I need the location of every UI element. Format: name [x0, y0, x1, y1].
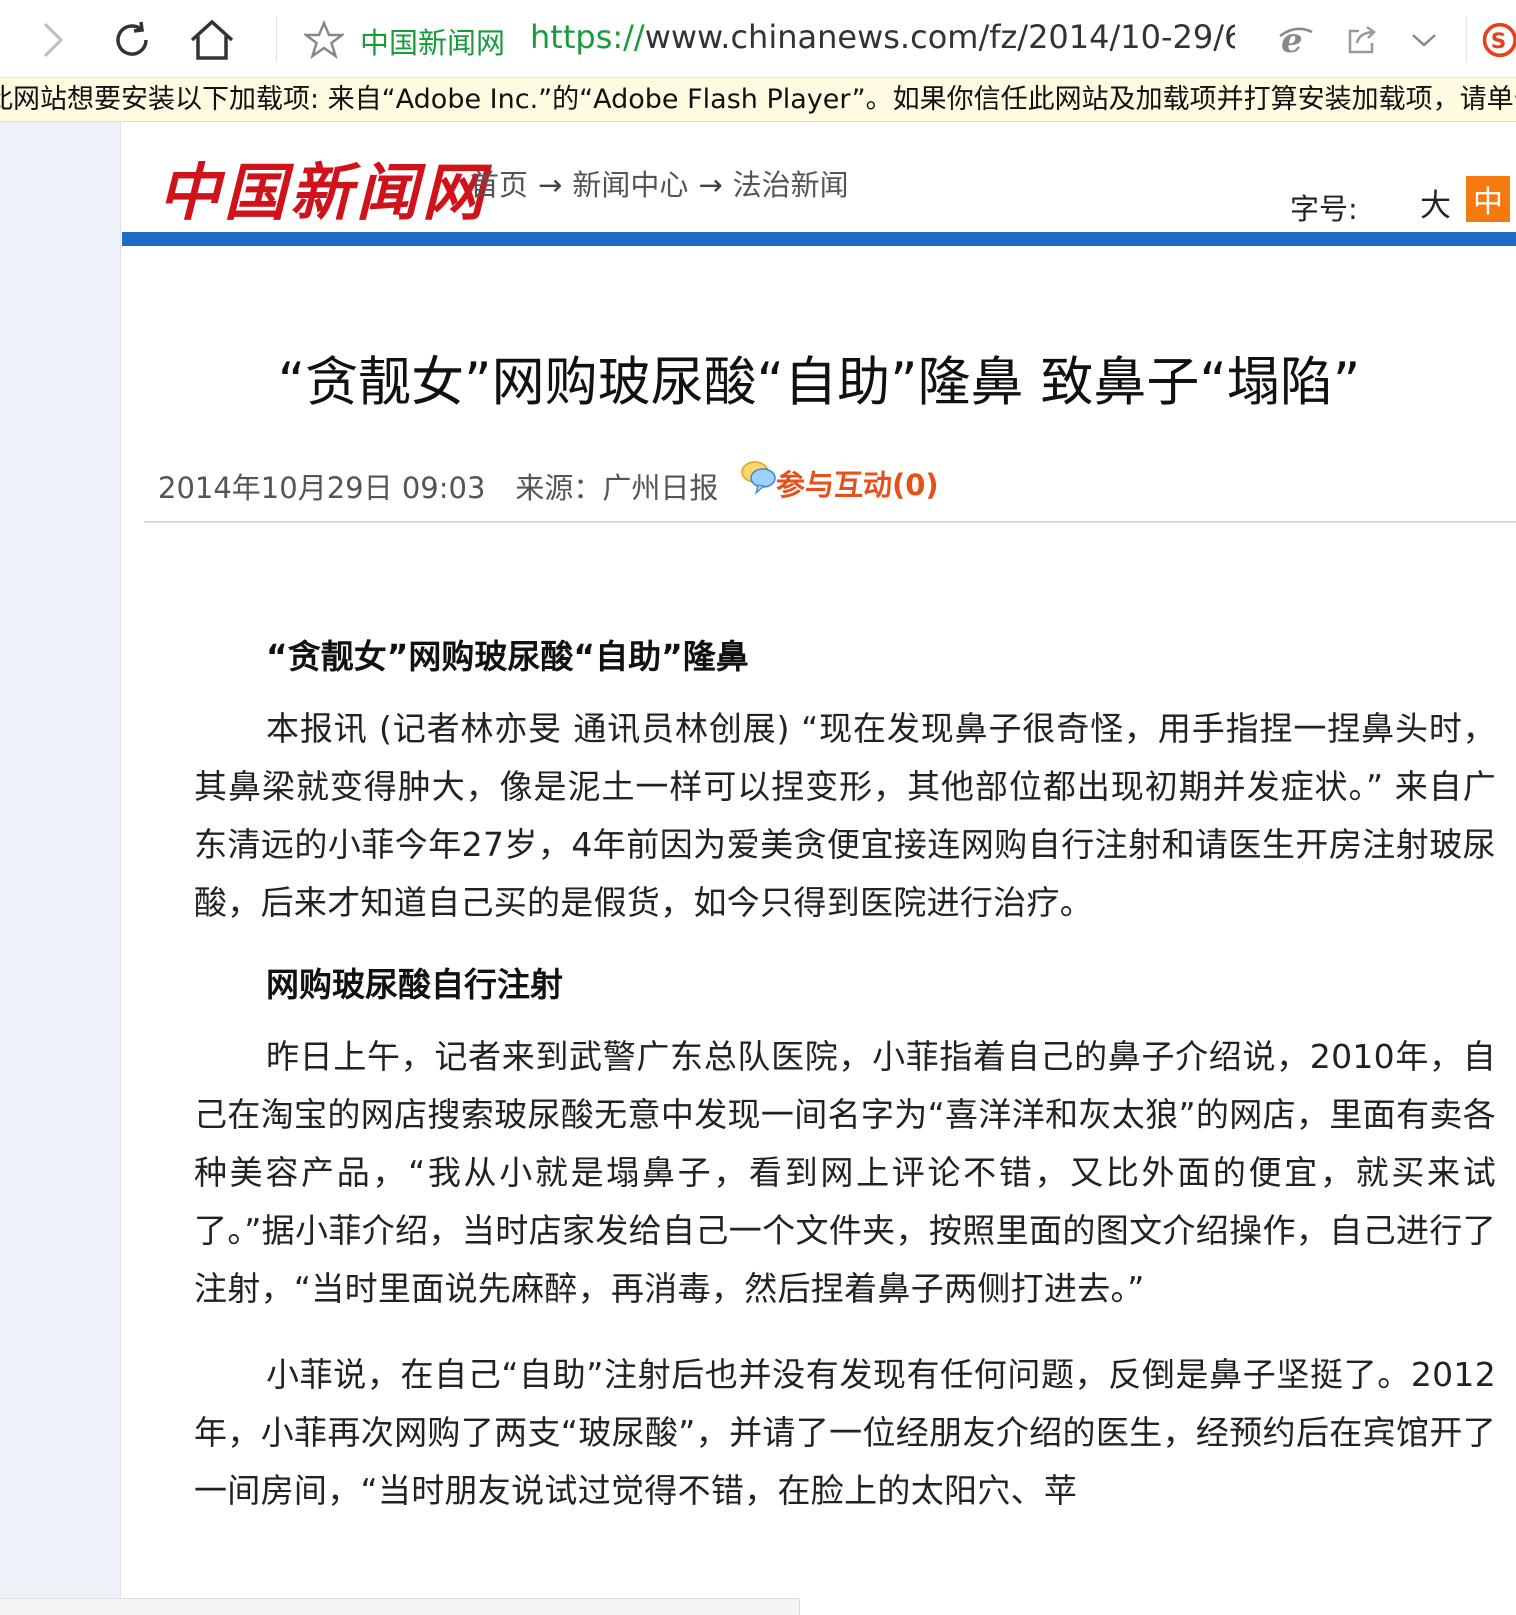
- url-protocol: https://: [530, 18, 645, 56]
- address-bar[interactable]: https://www.chinanews.com/fz/2014/10-29/…: [530, 18, 1235, 60]
- refresh-button[interactable]: [104, 12, 160, 68]
- paragraph-2: 昨日上午，记者来到武警广东总队医院，小菲指着自己的鼻子介绍说，2010年，自己在…: [194, 1037, 1496, 1308]
- status-bar: [0, 1598, 800, 1615]
- toolbar-separator-right: [1466, 16, 1467, 62]
- article-source: 来源：广州日报: [515, 471, 719, 505]
- share-icon: [1348, 25, 1376, 54]
- refresh-icon: [116, 21, 148, 56]
- toolbar-separator: [276, 16, 277, 62]
- breadcrumb: 首页 → 新闻中心 → 法治新闻: [470, 162, 849, 204]
- font-size-label: 字号:: [1290, 192, 1358, 226]
- font-size-medium-button[interactable]: 中: [1466, 176, 1510, 222]
- home-button[interactable]: [184, 12, 240, 68]
- share-button[interactable]: [1334, 12, 1390, 68]
- back-arrow-icon: [43, 22, 64, 58]
- breadcrumb-arrow-icon: →: [698, 168, 723, 202]
- sogou-icon: S: [1482, 22, 1516, 58]
- comment-bubble-icon[interactable]: [740, 458, 778, 500]
- meta-divider: [144, 521, 1516, 523]
- addon-notification-bar[interactable]: 此网站想要安装以下加载项: 来自“Adobe Inc.”的“Adobe Flas…: [0, 78, 1516, 122]
- ie-mode-icon: e: [1279, 22, 1313, 58]
- paragraph-3: 小菲说，在自己“自助”注射后也并没有发现有任何问题，反倒是鼻子坚挺了。2012年…: [194, 1355, 1496, 1510]
- site-name-label: 中国新闻网: [360, 26, 506, 60]
- page-left-margin: [0, 122, 121, 1615]
- breadcrumb-arrow-icon: →: [538, 168, 563, 202]
- home-icon: [190, 19, 234, 60]
- favorite-button[interactable]: [296, 12, 352, 68]
- article-datetime: 2014年10月29日 09:03: [158, 471, 486, 505]
- svg-text:e: e: [1281, 22, 1303, 58]
- paragraph-1: 本报讯 (记者林亦旻 通讯员林创展) “现在发现鼻子很奇怪，用手指捏一捏鼻头时，…: [194, 709, 1496, 922]
- ie-mode-button[interactable]: e: [1268, 12, 1324, 68]
- article-meta: 2014年10月29日 09:03 来源：广州日报: [158, 465, 718, 507]
- svg-text:S: S: [1491, 29, 1507, 54]
- breadcrumb-news-center[interactable]: 新闻中心: [572, 168, 688, 202]
- interact-link[interactable]: 参与互动(0): [776, 462, 939, 504]
- site-logo[interactable]: 中国新闻网: [158, 142, 488, 232]
- breadcrumb-home[interactable]: 首页: [470, 168, 528, 202]
- browser-toolbar: 中国新闻网 https://www.chinanews.com/fz/2014/…: [0, 0, 1516, 78]
- article-body: “贪靓女”网购玻尿酸“自助”隆鼻 本报讯 (记者林亦旻 通讯员林创展) “现在发…: [194, 630, 1496, 1540]
- header-divider: [122, 232, 1516, 246]
- breadcrumb-legal-news[interactable]: 法治新闻: [733, 168, 849, 202]
- dropdown-button[interactable]: [1396, 12, 1452, 68]
- chevron-down-icon: [1412, 34, 1436, 47]
- addon-notification-text: 此网站想要安装以下加载项: 来自“Adobe Inc.”的“Adobe Flas…: [0, 84, 1516, 115]
- sogou-button[interactable]: S: [1480, 12, 1516, 68]
- article-title: “贪靓女”网购玻尿酸“自助”隆鼻 致鼻子“塌陷”: [277, 352, 1361, 413]
- section-heading-2: 网购玻尿酸自行注射: [266, 965, 563, 1004]
- url-text: www.chinanews.com/fz/2014/10-29/67: [644, 18, 1235, 56]
- font-size-large-button[interactable]: 大: [1420, 180, 1451, 225]
- star-icon: [304, 20, 344, 60]
- back-button[interactable]: [24, 12, 80, 68]
- section-heading-1: “贪靓女”网购玻尿酸“自助”隆鼻: [266, 637, 749, 676]
